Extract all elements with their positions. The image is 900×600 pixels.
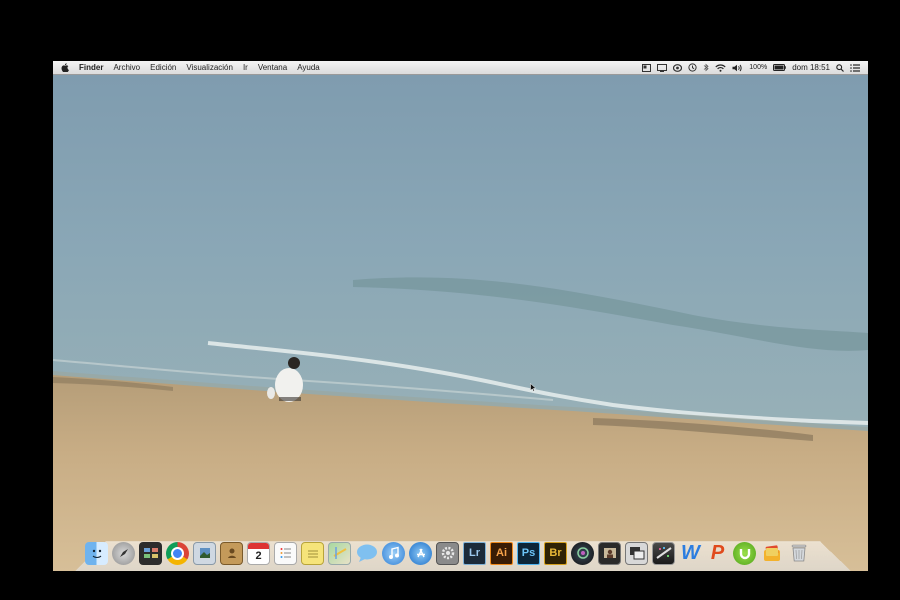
menu-ayuda[interactable]: Ayuda: [292, 61, 325, 74]
word-icon[interactable]: W: [679, 542, 702, 565]
stacks-folder-icon[interactable]: [760, 542, 783, 565]
illustrator-label: Ai: [496, 547, 507, 559]
chrome-icon[interactable]: [166, 541, 189, 565]
status-app-icon[interactable]: [642, 61, 652, 74]
menu-ventana[interactable]: Ventana: [253, 61, 292, 74]
lightroom-icon[interactable]: Lr: [463, 541, 486, 565]
volume-icon[interactable]: [732, 61, 743, 74]
maps-icon[interactable]: [328, 541, 351, 565]
calendar-icon[interactable]: 2: [247, 541, 270, 565]
messages-icon[interactable]: [355, 542, 378, 565]
wifi-icon[interactable]: [715, 61, 726, 74]
powerpoint-label: P: [710, 541, 725, 564]
system-preferences-icon[interactable]: [436, 541, 459, 565]
itunes-icon[interactable]: [382, 541, 405, 565]
powerpoint-icon[interactable]: P: [706, 542, 729, 565]
trash-icon[interactable]: [787, 542, 810, 565]
bluetooth-icon[interactable]: [703, 61, 709, 74]
reminders-icon[interactable]: [274, 541, 297, 565]
preview-icon[interactable]: [193, 541, 216, 565]
apple-menu-icon[interactable]: [61, 63, 69, 72]
app-store-icon[interactable]: [409, 541, 432, 565]
mouse-cursor-icon: [530, 383, 536, 392]
mission-control-icon[interactable]: [139, 541, 162, 565]
menu-bar: Finder Archivo Edición Visualización Ir …: [53, 61, 868, 75]
battery-icon[interactable]: [773, 61, 786, 74]
menu-finder[interactable]: Finder: [74, 61, 108, 74]
display-icon[interactable]: [657, 61, 668, 74]
final-cut-pro-icon[interactable]: [652, 541, 675, 565]
dock: 2 Lr Ai Ps Br W P: [85, 539, 810, 567]
desktop-screen: Finder Archivo Edición Visualización Ir …: [53, 61, 868, 571]
menu-edicion[interactable]: Edición: [145, 61, 181, 74]
battery-percentage: 100%: [749, 64, 768, 71]
creative-cloud-icon[interactable]: [673, 61, 683, 74]
menu-clock[interactable]: dom 18:51: [792, 61, 830, 74]
aperture-icon[interactable]: [571, 541, 594, 565]
photoshop-label: Ps: [521, 547, 536, 559]
menu-visualizacion[interactable]: Visualización: [181, 61, 238, 74]
illustrator-icon[interactable]: Ai: [490, 541, 513, 565]
notification-center-icon[interactable]: [850, 61, 860, 74]
menu-archivo[interactable]: Archivo: [108, 61, 145, 74]
quicktime-player-icon[interactable]: [625, 541, 648, 565]
finder-icon[interactable]: [85, 541, 108, 565]
menu-ir[interactable]: Ir: [238, 61, 253, 74]
notes-icon[interactable]: [301, 541, 324, 565]
bridge-icon[interactable]: Br: [544, 541, 567, 565]
calendar-day: 2: [255, 549, 262, 562]
photoshop-icon[interactable]: Ps: [517, 541, 540, 565]
launchpad-icon[interactable]: [112, 541, 135, 565]
word-label: W: [681, 541, 700, 564]
bridge-label: Br: [549, 547, 562, 559]
spotlight-search-icon[interactable]: [836, 61, 844, 74]
time-machine-icon[interactable]: [688, 61, 697, 74]
contacts-icon[interactable]: [220, 541, 243, 565]
utorrent-icon[interactable]: [733, 541, 756, 565]
desktop-wallpaper: [53, 75, 868, 571]
photo-booth-icon[interactable]: [598, 541, 621, 565]
lightroom-label: Lr: [469, 547, 480, 559]
